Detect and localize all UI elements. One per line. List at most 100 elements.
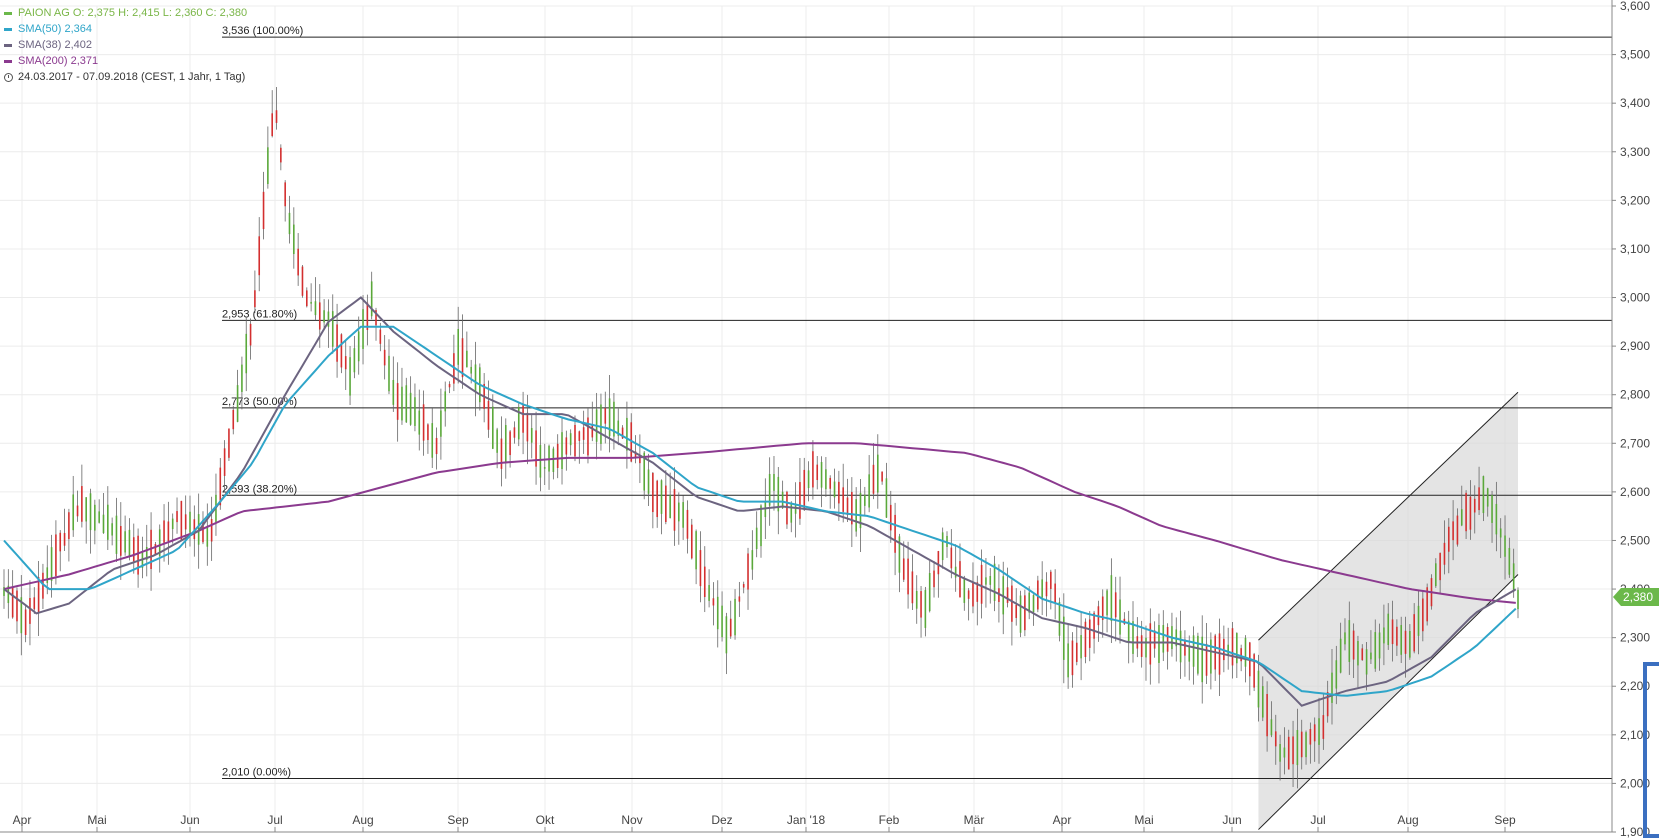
candle-body [318, 302, 321, 330]
candle-body [1140, 635, 1143, 657]
candle-body [665, 485, 667, 523]
candle-body [652, 472, 654, 513]
candle-body [388, 355, 390, 392]
candle-body [392, 379, 395, 405]
candle-body [920, 591, 922, 618]
candle-body [1465, 492, 1467, 532]
y-tick-label: 2,600 [1620, 485, 1650, 499]
candle-body [50, 547, 53, 581]
candle-body [682, 502, 684, 528]
candle-body [721, 605, 723, 638]
candle-body [171, 518, 174, 530]
up-swatch-icon [4, 11, 12, 15]
candle-body [16, 590, 18, 622]
candle-body [703, 566, 706, 598]
candle-body [1110, 575, 1113, 622]
candle-body [1024, 595, 1026, 631]
candle-body [1391, 619, 1394, 645]
candle-body [189, 511, 191, 533]
candle-body [1508, 547, 1511, 575]
legend-sma200[interactable]: SMA(200) 2,371 [4, 53, 247, 69]
price-chart[interactable]: 3,536 (100.00%)2,953 (61.80%)2,773 (50.0… [0, 0, 1659, 840]
candle-body [1473, 498, 1476, 513]
candle-body [812, 451, 814, 488]
sma200-line [3, 442, 1516, 604]
candle-body [1378, 632, 1381, 659]
candle-body [444, 391, 447, 412]
candle-body [1417, 605, 1420, 636]
candle-body [301, 266, 304, 296]
candle-body [578, 431, 581, 441]
candle-body [1257, 670, 1260, 708]
fib-level-label: 2,953 (61.80%) [222, 308, 297, 320]
candle-body [513, 427, 516, 438]
candle-body [712, 598, 715, 606]
candle-body [1478, 487, 1480, 511]
ohlc-values: O: 2,375 H: 2,415 L: 2,360 C: 2,380 [72, 7, 248, 19]
candle-body [427, 424, 429, 441]
candle-body [967, 590, 970, 599]
candle-body [258, 236, 261, 276]
candle-body [1283, 747, 1286, 758]
candle-body [46, 567, 49, 584]
sma38-label: SMA(38) [18, 39, 62, 51]
candle-body [232, 409, 235, 430]
legend-sma38[interactable]: SMA(38) 2,402 [4, 37, 247, 53]
candle-body [336, 324, 338, 362]
candle-body [37, 577, 40, 614]
sma200-value: 2,371 [70, 55, 99, 67]
candle-body [660, 480, 663, 514]
candle-body [128, 529, 131, 556]
candle-body [1422, 598, 1424, 632]
candle-body [1409, 631, 1411, 658]
x-tick-label: Aug [1397, 813, 1418, 827]
candle-body [1456, 515, 1459, 545]
candle-body [807, 470, 810, 489]
candle-body [608, 398, 611, 437]
candle-body [254, 290, 256, 308]
candle-body [228, 428, 230, 458]
candle-body [474, 364, 477, 393]
last-price-tag: 2,380 [1612, 588, 1659, 606]
candle-body [963, 579, 966, 603]
candle-body [915, 590, 918, 609]
candle-body [535, 430, 537, 467]
candle-body [941, 532, 944, 561]
candle-body [582, 427, 585, 440]
candle-body [842, 487, 844, 512]
candle-body [461, 338, 464, 378]
candle-body [267, 147, 269, 185]
candle-body [323, 310, 325, 323]
candle-body [954, 566, 957, 578]
candle-body [543, 466, 546, 469]
candle-body [1331, 672, 1333, 703]
candle-body [1352, 630, 1355, 660]
candle-body [1106, 590, 1108, 616]
x-tick-label: Okt [536, 813, 555, 827]
candle-body [1387, 613, 1390, 645]
candle-body [1365, 649, 1368, 675]
candle-body [440, 410, 442, 437]
candle-body [1469, 496, 1472, 530]
candle-body [1093, 612, 1095, 639]
candle-body [1132, 621, 1134, 654]
candle-body [1491, 494, 1493, 523]
candle-body [1231, 628, 1234, 666]
candle-body [1145, 637, 1147, 658]
candle-body [678, 502, 680, 522]
candle-body [755, 527, 758, 550]
candle-body [937, 551, 940, 575]
legend-sma50[interactable]: SMA(50) 2,364 [4, 21, 247, 37]
candle-body [1404, 630, 1407, 654]
candle-body [306, 290, 308, 307]
candle-body [89, 493, 92, 531]
range-detail: (CEST, 1 Jahr, 1 Tag) [140, 71, 246, 83]
y-tick-label: 3,300 [1620, 145, 1650, 159]
candle-body [504, 425, 507, 463]
candle-body [111, 523, 113, 536]
candle-body [1274, 731, 1277, 747]
candle-body [1383, 627, 1385, 644]
x-tick-label: Apr [13, 813, 32, 827]
candle-body [1452, 521, 1454, 541]
candle-body [85, 497, 87, 522]
